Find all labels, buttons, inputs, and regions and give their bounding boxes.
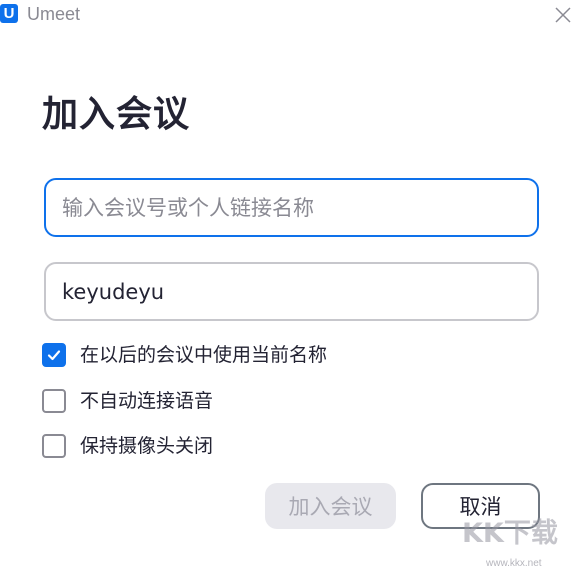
option-remember-name[interactable]: 在以后的会议中使用当前名称	[42, 342, 327, 368]
camera-off-checkbox[interactable]	[42, 434, 66, 458]
cancel-button[interactable]: 取消	[421, 483, 540, 529]
close-icon	[555, 7, 571, 23]
watermark-url: www.kkx.net	[486, 558, 542, 569]
close-button[interactable]	[548, 0, 578, 30]
option-camera-off[interactable]: 保持摄像头关闭	[42, 433, 213, 459]
check-icon	[47, 350, 61, 361]
title-bar: U Umeet	[0, 0, 584, 30]
meeting-id-input[interactable]	[44, 178, 539, 237]
remember-name-checkbox[interactable]	[42, 343, 66, 367]
option-no-audio[interactable]: 不自动连接语音	[42, 388, 213, 414]
join-button[interactable]: 加入会议	[265, 483, 396, 529]
no-audio-label: 不自动连接语音	[80, 390, 214, 412]
camera-off-label: 保持摄像头关闭	[80, 435, 214, 457]
app-title: Umeet	[27, 4, 81, 24]
page-title: 加入会议	[42, 94, 191, 135]
app-logo-icon: U	[0, 4, 18, 23]
display-name-input[interactable]	[44, 262, 539, 321]
remember-name-label: 在以后的会议中使用当前名称	[80, 344, 328, 366]
no-audio-checkbox[interactable]	[42, 389, 66, 413]
